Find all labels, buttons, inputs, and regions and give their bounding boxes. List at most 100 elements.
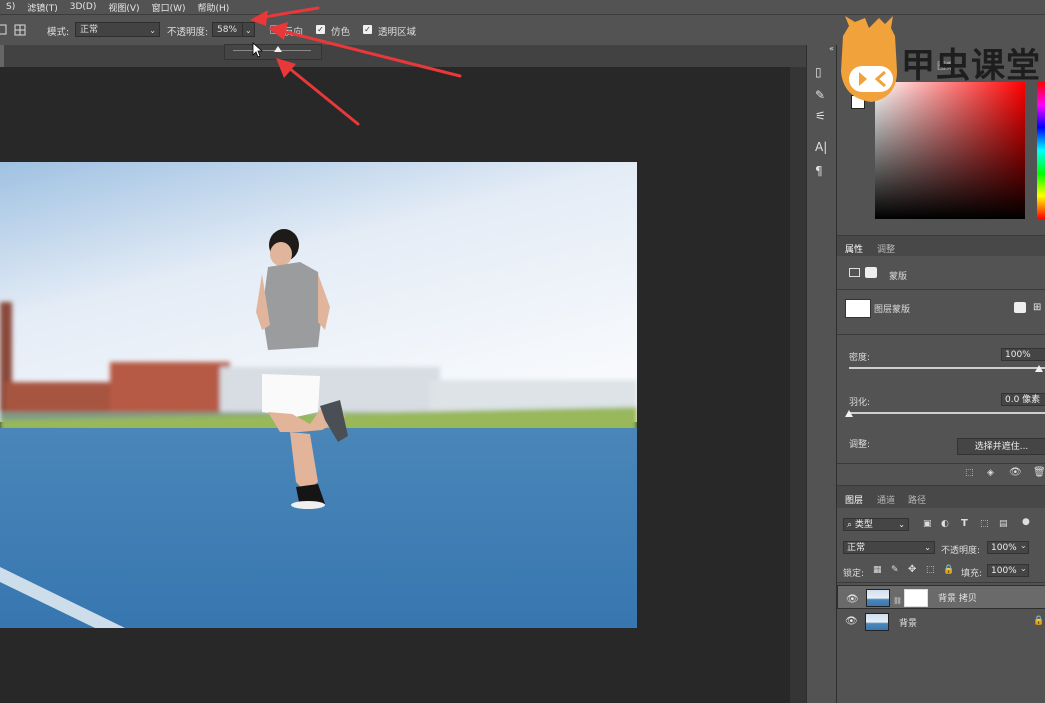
beetle-logo-icon <box>841 16 897 102</box>
opacity-slider-popup <box>224 44 322 60</box>
opacity-slider-thumb[interactable] <box>274 46 283 52</box>
opacity-slider-track[interactable] <box>233 50 311 51</box>
layer-thumbnail <box>865 613 889 631</box>
feather-label: 羽化: <box>849 398 871 408</box>
density-label: 密度: <box>849 353 871 363</box>
filter-toggle-icon[interactable]: ● <box>1022 517 1030 527</box>
select-and-mask-button[interactable]: 选择并遮住... <box>957 438 1045 455</box>
menu-item-view[interactable]: 视图(V) <box>108 1 139 14</box>
load-selection-icon[interactable] <box>1014 302 1026 313</box>
lock-position-icon[interactable]: ✥ <box>908 564 916 575</box>
panel-tool-strip: « ▯ ✎ ⚟ A| ¶ <box>806 44 837 703</box>
tab-layers[interactable]: 图层 <box>845 493 863 506</box>
fill-label: 填充: <box>961 569 983 579</box>
mode-select[interactable]: 正常 ⌄ <box>75 22 160 37</box>
lock-artboard-icon[interactable]: ⬚ <box>926 565 935 575</box>
density-slider-track[interactable] <box>849 367 1045 369</box>
history-icon[interactable]: ▯ <box>815 65 822 79</box>
adjustments-icon[interactable]: ⚟ <box>815 109 826 123</box>
lock-icon: 🔒 <box>1033 616 1045 626</box>
layers-tab-bar <box>837 486 1045 508</box>
layer-mask-thumbnail[interactable] <box>904 589 928 607</box>
opacity-dropdown-button[interactable]: ⌄ <box>242 22 255 37</box>
tab-channels[interactable]: 通道 <box>877 493 895 506</box>
filter-adjustment-icon[interactable]: ◐ <box>941 519 949 529</box>
mode-label: 模式: <box>47 27 70 38</box>
filter-shape-icon[interactable]: ⬚ <box>980 519 989 529</box>
paragraph-icon[interactable]: ¶ <box>815 164 823 178</box>
search-icon: ⌕ <box>847 520 853 530</box>
tab-adjustments[interactable]: 调整 <box>877 242 895 255</box>
chevron-down-icon: ⌄ <box>924 543 931 552</box>
document-tab[interactable] <box>0 45 4 67</box>
transparency-label: 透明区域 <box>378 27 417 38</box>
density-slider-thumb[interactable] <box>1035 365 1043 372</box>
delete-mask-icon[interactable]: 🗑 <box>1033 467 1045 478</box>
feather-slider-track[interactable] <box>849 412 1045 414</box>
menu-bar: S) 滤镜(T) 3D(D) 视图(V) 窗口(W) 帮助(H) <box>0 0 1045 14</box>
tab-properties[interactable]: 属性 <box>845 242 863 255</box>
menu-item-window[interactable]: 窗口(W) <box>152 1 186 14</box>
gradient-mode-icon[interactable] <box>0 24 7 35</box>
diamond-gradient-icon[interactable] <box>14 24 26 36</box>
layer-thumbnail <box>866 589 890 607</box>
watermark-text: 甲虫课堂 <box>901 46 1041 86</box>
transparency-checkbox[interactable]: ✓ <box>363 25 372 34</box>
lock-all-icon[interactable]: 🔒 <box>943 565 954 575</box>
lock-transparent-icon[interactable]: ▦ <box>873 565 882 575</box>
apply-mask-icon[interactable]: ⊞ <box>1033 302 1041 313</box>
eye-icon[interactable]: 👁 <box>845 616 858 627</box>
layer-name[interactable]: 背景 <box>899 616 917 629</box>
brush-icon[interactable]: ✎ <box>815 88 825 102</box>
brand-watermark: 甲虫课堂 <box>835 16 1045 108</box>
vector-mask-icon[interactable] <box>865 267 877 278</box>
layer-opacity-label: 不透明度: <box>941 546 981 556</box>
mask-thumbnail <box>845 299 871 318</box>
layer-row[interactable]: 👁 ⛓ 背景 拷贝 <box>837 585 1045 609</box>
menu-item-select[interactable]: S) <box>6 2 15 12</box>
pixel-mask-icon[interactable] <box>849 268 860 277</box>
document-image[interactable] <box>0 162 637 628</box>
reverse-label: 反向 <box>284 27 304 38</box>
opacity-value: 58% <box>217 25 238 35</box>
lock-label: 锁定: <box>843 569 865 579</box>
filter-pixel-icon[interactable]: ▣ <box>923 519 932 529</box>
filter-type-icon[interactable]: T <box>961 518 968 529</box>
blend-mode-select[interactable]: 正常 ⌄ <box>843 541 935 554</box>
menu-item-filter[interactable]: 滤镜(T) <box>27 1 58 14</box>
visibility-toggle-icon[interactable]: 👁 <box>1009 467 1022 478</box>
lock-image-icon[interactable]: ✎ <box>891 565 899 575</box>
menu-item-3d[interactable]: 3D(D) <box>70 2 97 12</box>
chevron-down-icon[interactable]: ⌄ <box>1020 541 1027 550</box>
dither-checkbox[interactable]: ✓ <box>316 25 325 34</box>
dither-label: 仿色 <box>331 27 351 38</box>
layer-filter-value: 类型 <box>854 520 873 530</box>
chevron-down-icon[interactable]: ⌄ <box>1020 564 1027 573</box>
mouse-cursor-icon <box>252 42 264 58</box>
reverse-checkbox[interactable] <box>270 25 279 34</box>
tab-paths[interactable]: 路径 <box>908 493 926 506</box>
density-input[interactable]: 100% <box>1001 348 1045 361</box>
layer-name[interactable]: 背景 拷贝 <box>938 592 977 607</box>
blend-mode-value: 正常 <box>847 543 866 553</box>
layer-filter-select[interactable]: ⌕ 类型 ⌄ <box>843 518 909 531</box>
layer-opacity-value: 100% <box>991 543 1017 553</box>
feather-value: 0.0 像素 <box>1005 395 1041 405</box>
eye-icon[interactable]: 👁 <box>846 592 859 607</box>
character-icon[interactable]: A| <box>815 140 827 154</box>
opacity-label: 不透明度: <box>167 27 209 38</box>
chain-link-icon[interactable]: ⛓ <box>893 594 902 609</box>
feather-input[interactable]: 0.0 像素 <box>1001 393 1045 406</box>
chevron-down-icon: ⌄ <box>898 520 905 529</box>
collapse-panels-icon[interactable]: « <box>829 44 834 53</box>
mask-label: 图层蒙版 <box>874 305 911 315</box>
layer-row[interactable]: 👁 背景 🔒 <box>837 610 1045 634</box>
opacity-input[interactable]: 58% <box>212 22 242 37</box>
feather-slider-thumb[interactable] <box>845 410 853 417</box>
filter-smart-object-icon[interactable]: ▤ <box>999 519 1008 529</box>
right-panel-dock: 颜色 色板 图案 属性 调整 蒙版 图层蒙版 ⊞ 密度: 100% 羽化: 0.… <box>836 45 1045 703</box>
selection-from-mask-icon[interactable]: ⬚ <box>965 468 974 478</box>
menu-item-help[interactable]: 帮助(H) <box>197 1 229 14</box>
vertical-scrollbar[interactable] <box>790 67 806 703</box>
apply-mask-button-icon[interactable]: ◈ <box>987 468 994 478</box>
